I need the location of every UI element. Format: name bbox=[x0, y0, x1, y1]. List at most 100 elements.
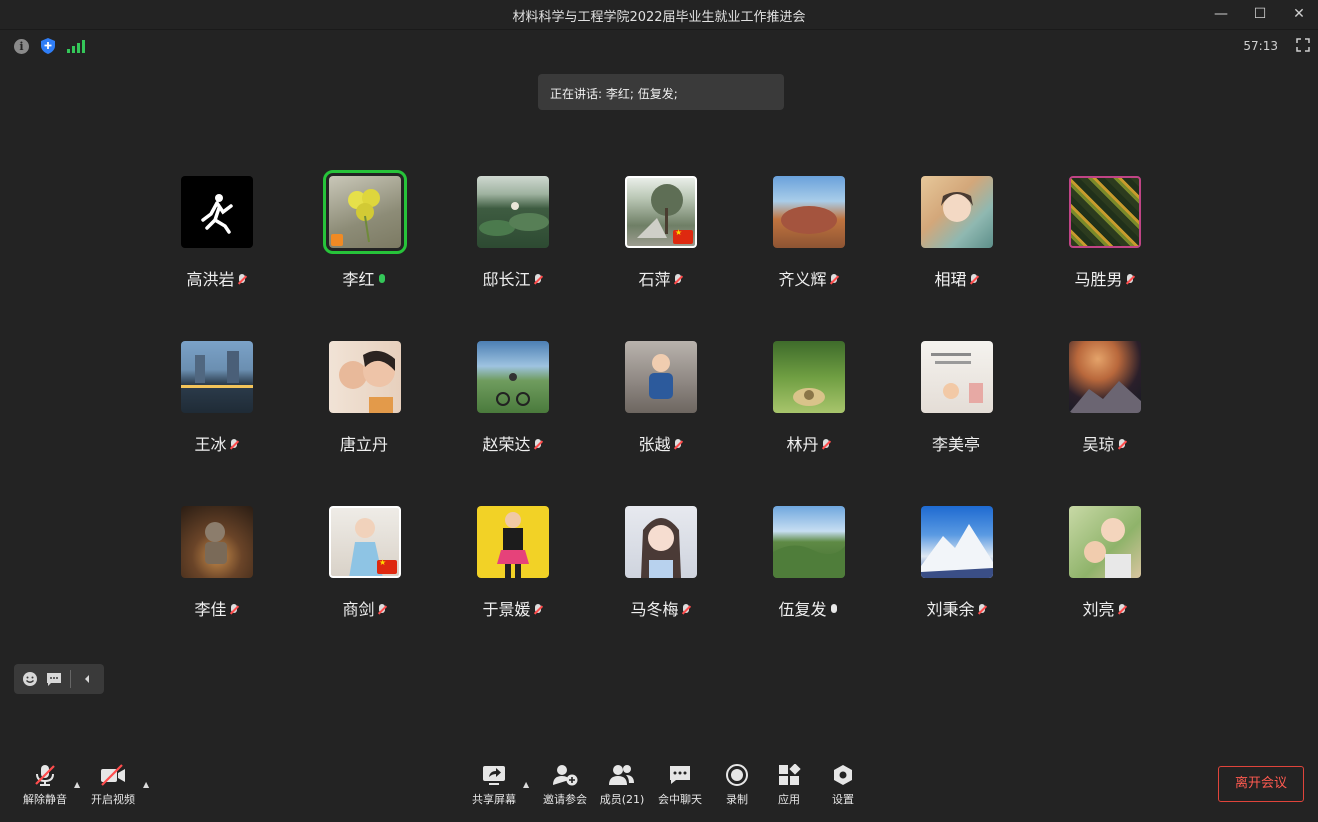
participant-tile-active[interactable]: 李红 bbox=[294, 170, 434, 306]
chat-button[interactable]: 会中聊天 bbox=[649, 764, 711, 807]
mic-muted-icon bbox=[230, 439, 238, 451]
start-video-label: 开启视频 bbox=[91, 793, 135, 806]
participant-tile[interactable]: 刘秉余 bbox=[886, 506, 1026, 636]
avatar bbox=[773, 341, 845, 413]
avatar bbox=[477, 341, 549, 413]
participant-name: 伍复发 bbox=[738, 596, 878, 620]
participant-name: 马胜男 bbox=[1034, 266, 1174, 290]
invite-button[interactable]: 邀请参会 bbox=[534, 764, 596, 807]
snow-mountain-photo-icon bbox=[921, 524, 993, 578]
participant-name: 相珺 bbox=[886, 266, 1026, 290]
collapse-arrow-icon[interactable] bbox=[79, 671, 95, 687]
participant-tile[interactable]: 商剑 bbox=[294, 506, 434, 636]
participant-tile[interactable]: 王冰 bbox=[146, 341, 286, 471]
avatar bbox=[329, 506, 401, 578]
avatar bbox=[1069, 176, 1141, 248]
record-icon bbox=[726, 764, 748, 786]
participant-tile[interactable]: 相珺 bbox=[886, 176, 1026, 306]
participant-tile[interactable]: 伍复发 bbox=[738, 506, 878, 636]
participant-tile[interactable]: 高洪岩 bbox=[146, 176, 286, 306]
stone-monument-photo-icon bbox=[781, 206, 837, 234]
signal-icon[interactable] bbox=[67, 39, 85, 53]
participant-tile[interactable]: 齐义辉 bbox=[738, 176, 878, 306]
mic-muted-icon bbox=[35, 765, 55, 786]
settings-button[interactable]: 设置 bbox=[812, 764, 874, 807]
gear-icon bbox=[834, 765, 852, 785]
mic-muted-icon bbox=[534, 439, 542, 451]
participant-name: 吴琼 bbox=[1034, 431, 1174, 455]
participant-tile[interactable]: 吴琼 bbox=[1034, 341, 1174, 471]
emoji-icon[interactable] bbox=[22, 671, 38, 687]
shield-icon[interactable] bbox=[41, 38, 55, 54]
members-button[interactable]: 成员(21) bbox=[591, 764, 653, 807]
participant-name: 齐义辉 bbox=[738, 266, 878, 290]
mic-muted-icon bbox=[230, 604, 238, 616]
avatar bbox=[921, 341, 993, 413]
participant-tile[interactable]: 李美亭 bbox=[886, 341, 1026, 471]
avatar bbox=[625, 341, 697, 413]
audio-options-caret-icon[interactable]: ▲ bbox=[74, 780, 80, 789]
meeting-timer: 57:13 bbox=[1243, 39, 1278, 53]
info-icon[interactable]: i bbox=[14, 38, 29, 54]
participant-name: 王冰 bbox=[146, 431, 286, 455]
avatar bbox=[625, 176, 697, 248]
mic-muted-icon bbox=[534, 274, 542, 286]
participant-tile[interactable]: 李佳 bbox=[146, 506, 286, 636]
participant-tile[interactable]: 马冬梅 bbox=[590, 506, 730, 636]
unmute-label: 解除静音 bbox=[23, 793, 67, 806]
participant-tile[interactable]: 张越 bbox=[590, 341, 730, 471]
fullscreen-icon[interactable] bbox=[1296, 38, 1310, 52]
participant-tile[interactable]: 邸长江 bbox=[442, 176, 582, 306]
mic-muted-icon bbox=[1126, 274, 1134, 286]
robot-figure-photo-icon bbox=[205, 522, 227, 564]
maximize-button[interactable]: ☐ bbox=[1249, 4, 1271, 24]
share-screen-icon bbox=[483, 766, 505, 785]
share-options-caret-icon[interactable]: ▲ bbox=[523, 780, 529, 789]
avatar bbox=[921, 176, 993, 248]
participant-name: 石萍 bbox=[590, 266, 730, 290]
speaking-banner: 正在讲话: 李红; 伍复发; bbox=[538, 74, 784, 110]
mic-muted-icon bbox=[830, 274, 838, 286]
participant-tile[interactable]: 唐立丹 bbox=[294, 341, 434, 471]
minimize-button[interactable]: — bbox=[1210, 4, 1232, 24]
chat-bubble-icon[interactable] bbox=[46, 671, 62, 687]
share-screen-button[interactable]: 共享屏幕 bbox=[463, 764, 525, 807]
avatar bbox=[477, 176, 549, 248]
city-night-photo-icon bbox=[181, 351, 253, 388]
participant-name: 高洪岩 bbox=[146, 266, 286, 290]
add-user-icon bbox=[553, 765, 578, 786]
participant-tile[interactable]: 赵荣达 bbox=[442, 341, 582, 471]
avatar bbox=[329, 341, 401, 413]
participant-tile[interactable]: 林丹 bbox=[738, 341, 878, 471]
participant-name: 商剑 bbox=[294, 596, 434, 620]
participant-tile[interactable]: 石萍 bbox=[590, 176, 730, 306]
kid-fashion-photo-icon bbox=[497, 512, 529, 578]
unmute-button[interactable]: 解除静音 bbox=[14, 764, 76, 807]
cyclist-photo-icon bbox=[496, 373, 530, 406]
mic-muted-icon bbox=[674, 439, 682, 451]
video-options-caret-icon[interactable]: ▲ bbox=[143, 780, 149, 789]
apps-button[interactable]: 应用 bbox=[758, 764, 820, 807]
settings-label: 设置 bbox=[832, 793, 854, 806]
leave-meeting-button[interactable]: 离开会议 bbox=[1218, 766, 1304, 802]
video-off-icon bbox=[101, 764, 125, 786]
apps-icon bbox=[779, 764, 801, 785]
mic-muted-icon bbox=[1118, 439, 1126, 451]
participant-tile[interactable]: 马胜男 bbox=[1034, 176, 1174, 306]
mic-muted-icon bbox=[674, 274, 682, 286]
cartoon-note-photo-icon bbox=[931, 353, 983, 403]
participant-tile[interactable]: 于景媛 bbox=[442, 506, 582, 636]
title-bar: 材料科学与工程学院2022届毕业生就业工作推进会 — ☐ ✕ bbox=[0, 0, 1318, 30]
members-icon bbox=[609, 765, 634, 785]
china-flag-icon bbox=[377, 558, 397, 574]
mic-muted-icon bbox=[238, 274, 246, 286]
participant-name: 林丹 bbox=[738, 431, 878, 455]
start-video-button[interactable]: 开启视频 bbox=[82, 764, 144, 807]
participant-name: 张越 bbox=[590, 431, 730, 455]
participant-name: 李美亭 bbox=[931, 435, 980, 454]
participant-tile[interactable]: 刘亮 bbox=[1034, 506, 1174, 636]
mic-muted-icon bbox=[978, 604, 986, 616]
family-photo-icon bbox=[339, 350, 395, 413]
close-button[interactable]: ✕ bbox=[1288, 4, 1310, 24]
participant-name: 马冬梅 bbox=[590, 596, 730, 620]
